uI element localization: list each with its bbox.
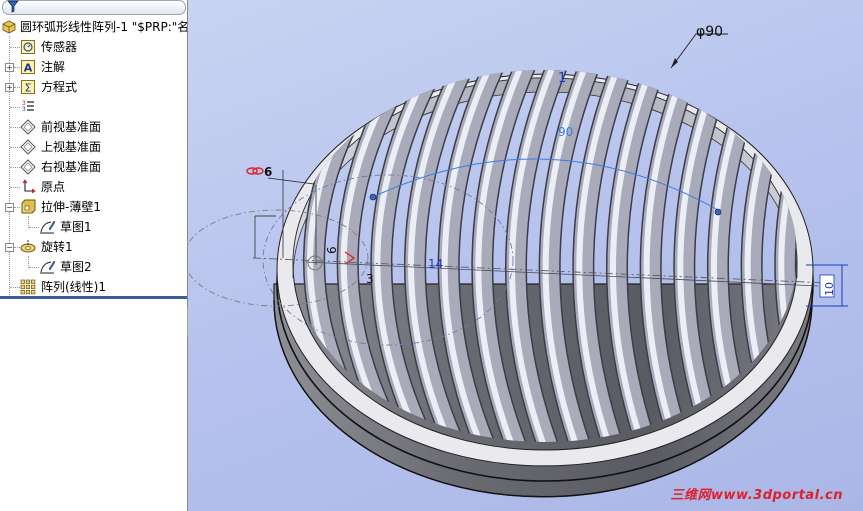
diameter-value: φ90 <box>696 24 723 40</box>
small-vertical-value: 6 <box>325 246 339 254</box>
tree-item-label: 注解 <box>41 60 66 74</box>
expand-toggle[interactable]: + <box>5 83 14 92</box>
tree-connector <box>29 227 39 228</box>
pipe-diameter-value: 6 <box>264 165 272 179</box>
sensor-icon <box>21 40 35 54</box>
tree-item-label: 原点 <box>41 180 66 194</box>
plane-icon <box>20 139 36 155</box>
tree-connector <box>10 107 20 108</box>
small-value: 3 <box>366 272 374 286</box>
tree-connector <box>10 47 20 48</box>
extrude-icon <box>21 199 36 214</box>
origin-icon <box>22 179 36 194</box>
tree-item-revolve[interactable]: − 旋转1 <box>0 237 187 257</box>
filter-bar <box>0 0 187 16</box>
sketch-icon <box>40 260 55 274</box>
panel-splitter[interactable] <box>0 296 187 299</box>
plane-icon <box>20 119 36 135</box>
filter-button[interactable] <box>2 0 186 15</box>
tree-item-right-plane[interactable]: 右视基准面 <box>0 157 187 177</box>
tree-item-label: 右视基准面 <box>41 160 102 174</box>
tree-item-sketch1[interactable]: 草图1 <box>0 217 187 237</box>
spacing-dimension[interactable]: 14 <box>428 257 443 271</box>
material-icon: 3 3 <box>22 100 34 113</box>
revolve-icon <box>20 240 36 253</box>
svg-text:Σ: Σ <box>25 82 32 95</box>
tree-item-material[interactable]: 3 3 <box>0 97 187 117</box>
sketch-point[interactable] <box>369 193 377 201</box>
expand-toggle[interactable]: − <box>5 243 14 252</box>
sketch-point[interactable] <box>714 208 722 216</box>
marker-label: 1 <box>558 71 566 86</box>
svg-text:A: A <box>24 62 33 75</box>
pattern-icon <box>20 279 36 295</box>
watermark: 三维网www.3dportal.cn <box>670 488 843 503</box>
tree-connector <box>29 267 39 268</box>
tree-item-label: 方程式 <box>41 80 78 94</box>
filter-icon <box>7 0 19 13</box>
tree-item-sketch2[interactable]: 草图2 <box>0 257 187 277</box>
tree-item-extrude-thin[interactable]: − 拉伸-薄壁1 <box>0 197 187 217</box>
tree-item-top-plane[interactable]: 上视基准面 <box>0 137 187 157</box>
diameter-dimension[interactable]: φ90 <box>670 24 728 69</box>
tree-item-label: 传感器 <box>41 40 78 54</box>
tree-item-label: 拉伸-薄壁1 <box>41 200 101 214</box>
tree-item-label: 草图1 <box>60 220 92 234</box>
tree-connector <box>10 287 20 288</box>
tree-item-origin[interactable]: 原点 <box>0 177 187 197</box>
svg-text:3: 3 <box>22 106 26 113</box>
expand-toggle[interactable]: − <box>5 203 14 212</box>
sketch-icon <box>40 220 55 234</box>
plane-icon <box>20 159 36 175</box>
tree-item-label: 前视基准面 <box>41 120 102 134</box>
equation-icon: Σ <box>21 80 35 95</box>
annotation-icon: A <box>21 60 35 75</box>
tree-item-label: 草图2 <box>60 260 92 274</box>
pipe-diameter-dimension[interactable]: 6 <box>246 165 315 185</box>
arc-dimension[interactable]: 90 <box>558 125 573 139</box>
graphics-viewport[interactable]: 90 φ90 1 6 6 3 14 10 三维网www.3dportal.cn <box>188 0 863 511</box>
part-icon <box>2 20 16 34</box>
model-view[interactable]: 90 φ90 1 6 6 3 14 10 <box>188 0 863 511</box>
tree-item-linear-pattern[interactable]: 阵列(线性)1 <box>0 277 187 297</box>
tree-item-label: 旋转1 <box>41 240 73 254</box>
tree-item-label: 阵列(线性)1 <box>41 280 106 294</box>
feature-manager-panel: 圆环弧形线性阵列-1 "$PRP:"名 传感器 + A 注解 + Σ 方程式 3… <box>0 0 188 511</box>
tree-connector <box>10 167 20 168</box>
tree-connector <box>10 127 20 128</box>
tree-item-equations[interactable]: + Σ 方程式 <box>0 77 187 97</box>
tree-item-front-plane[interactable]: 前视基准面 <box>0 117 187 137</box>
tree-item-label: 上视基准面 <box>41 140 102 154</box>
expand-toggle[interactable]: + <box>5 63 14 72</box>
tree-connector <box>10 147 20 148</box>
tree-root-part[interactable]: 圆环弧形线性阵列-1 "$PRP:"名 <box>0 17 187 37</box>
tree-root-label: 圆环弧形线性阵列-1 "$PRP:"名 <box>20 20 188 34</box>
tree-connector <box>10 187 20 188</box>
tree-item-annotations[interactable]: + A 注解 <box>0 57 187 77</box>
tree-item-sensors[interactable]: 传感器 <box>0 37 187 57</box>
height-value: 10 <box>823 282 836 296</box>
